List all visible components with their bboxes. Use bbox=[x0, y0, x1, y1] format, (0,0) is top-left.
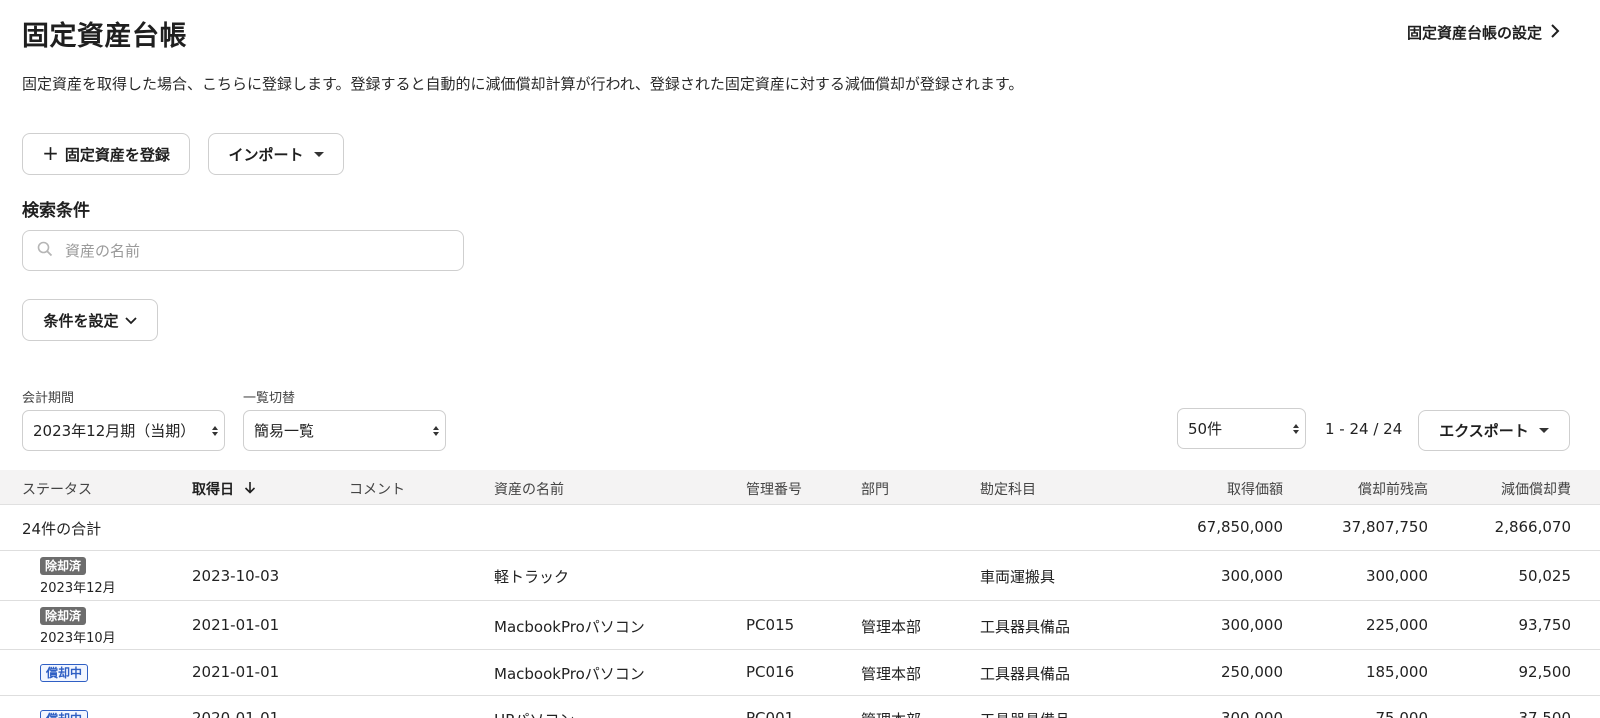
set-conditions-label: 条件を設定 bbox=[43, 311, 119, 330]
acquisition-price: 250,000 bbox=[1220, 663, 1283, 681]
status-date: 2023年12月 bbox=[40, 581, 116, 596]
status-badge: 除却済 bbox=[40, 607, 87, 625]
column-header-asset-name[interactable]: 資産の名前 bbox=[494, 479, 564, 499]
period-label: 会計期間 bbox=[22, 391, 75, 406]
acquired-date: 2021-01-01 bbox=[192, 616, 280, 634]
plus-icon: + bbox=[42, 141, 59, 165]
depreciation: 37,500 bbox=[1518, 709, 1572, 718]
depreciation: 92,500 bbox=[1518, 663, 1572, 681]
column-header-depreciation[interactable]: 減価償却費 bbox=[1501, 479, 1571, 499]
table-row[interactable]: 除却済 2023年12月 2023-10-03 軽トラック 車両運搬具 300,… bbox=[0, 551, 1600, 601]
table-header: ステータス 取得日 コメント 資産の名前 管理番号 部門 勘定科目 取得価額 償… bbox=[0, 470, 1600, 505]
account: 工具器具備品 bbox=[980, 709, 1070, 718]
asset-name[interactable]: MacbookProパソコン bbox=[494, 663, 645, 684]
view-switch-label: 一覧切替 bbox=[243, 391, 296, 406]
export-button[interactable]: エクスポート bbox=[1418, 410, 1570, 451]
department: 管理本部 bbox=[861, 709, 921, 718]
asset-code: PC015 bbox=[746, 616, 795, 634]
total-acquisition: 67,850,000 bbox=[1197, 518, 1283, 536]
per-page-select[interactable]: 50件 bbox=[1177, 408, 1306, 449]
settings-link-label: 固定資産台帳の設定 bbox=[1406, 24, 1542, 42]
total-label: 24件の合計 bbox=[22, 520, 102, 538]
period-select-value: 2023年12月期（当期） bbox=[33, 422, 196, 440]
table-row[interactable]: 除却済 2023年10月 2021-01-01 MacbookProパソコン P… bbox=[0, 601, 1600, 650]
table-row[interactable]: 償却中 2021-01-01 MacbookProパソコン PC016 管理本部… bbox=[0, 650, 1600, 696]
pagination-info: 1 - 24 / 24 bbox=[1325, 420, 1403, 438]
select-arrows-icon bbox=[433, 425, 439, 436]
chevron-down-icon bbox=[124, 311, 137, 329]
status-date: 2023年10月 bbox=[40, 631, 116, 646]
acquisition-price: 300,000 bbox=[1220, 709, 1283, 718]
asset-name[interactable]: HPパソコン bbox=[494, 709, 574, 718]
add-asset-label: 固定資産を登録 bbox=[64, 145, 170, 164]
import-label: インポート bbox=[228, 145, 304, 164]
table-total-row: 24件の合計 67,850,000 37,807,750 2,866,070 bbox=[0, 505, 1600, 551]
table-row[interactable]: 償却中 2020-01-01 HPパソコン PC001 管理本部 工具器具備品 … bbox=[0, 696, 1600, 718]
column-header-acquired-date-label: 取得日 bbox=[192, 482, 234, 498]
import-button[interactable]: インポート bbox=[208, 133, 344, 175]
settings-link[interactable]: 固定資産台帳の設定 bbox=[1407, 22, 1560, 43]
view-select[interactable]: 簡易一覧 bbox=[243, 410, 446, 451]
asset-name[interactable]: MacbookProパソコン bbox=[494, 616, 645, 637]
sort-descending-icon bbox=[244, 481, 256, 498]
depreciation: 50,025 bbox=[1518, 567, 1572, 585]
acquisition-price: 300,000 bbox=[1220, 567, 1283, 585]
column-header-code[interactable]: 管理番号 bbox=[746, 479, 802, 499]
column-header-status[interactable]: ステータス bbox=[22, 479, 92, 499]
balance: 185,000 bbox=[1365, 663, 1428, 681]
total-balance: 37,807,750 bbox=[1342, 518, 1428, 536]
column-header-department[interactable]: 部門 bbox=[861, 479, 889, 499]
add-asset-button[interactable]: + 固定資産を登録 bbox=[22, 133, 190, 175]
caret-down-icon bbox=[313, 151, 324, 157]
acquired-date: 2021-01-01 bbox=[192, 663, 280, 681]
acquired-date: 2023-10-03 bbox=[192, 567, 280, 585]
page-description: 固定資産を取得した場合、こちらに登録します。登録すると自動的に減価償却計算が行わ… bbox=[22, 75, 1024, 93]
export-label: エクスポート bbox=[1439, 422, 1529, 440]
account: 車両運搬具 bbox=[980, 568, 1056, 586]
department: 管理本部 bbox=[861, 618, 922, 636]
depreciation: 93,750 bbox=[1518, 616, 1572, 634]
account: 工具器具備品 bbox=[980, 618, 1071, 636]
balance: 300,000 bbox=[1365, 567, 1428, 585]
per-page-value: 50件 bbox=[1188, 420, 1223, 438]
select-arrows-icon bbox=[212, 425, 218, 436]
balance: 75,000 bbox=[1375, 709, 1429, 718]
acquisition-price: 300,000 bbox=[1220, 616, 1283, 634]
acquired-date: 2020-01-01 bbox=[192, 709, 280, 718]
column-header-comment[interactable]: コメント bbox=[349, 479, 405, 499]
account: 工具器具備品 bbox=[980, 665, 1071, 683]
period-select[interactable]: 2023年12月期（当期） bbox=[22, 410, 225, 451]
search-field[interactable] bbox=[22, 230, 464, 271]
status-badge: 償却中 bbox=[40, 710, 89, 718]
chevron-right-icon bbox=[1550, 23, 1560, 42]
balance: 225,000 bbox=[1365, 616, 1428, 634]
status-cell: 償却中 bbox=[40, 662, 89, 682]
department: 管理本部 bbox=[861, 665, 922, 683]
asset-name[interactable]: 軽トラック bbox=[494, 566, 569, 587]
total-depreciation: 2,866,070 bbox=[1494, 518, 1571, 536]
select-arrows-icon bbox=[1293, 423, 1299, 434]
status-badge: 除却済 bbox=[40, 557, 87, 575]
search-icon bbox=[37, 241, 53, 261]
status-cell: 除却済 2023年12月 bbox=[40, 555, 116, 596]
column-header-acquisition-price[interactable]: 取得価額 bbox=[1227, 479, 1283, 499]
asset-code: PC016 bbox=[746, 663, 795, 681]
search-section-label: 検索条件 bbox=[22, 201, 90, 221]
caret-down-icon bbox=[1538, 428, 1549, 433]
status-cell: 償却中 bbox=[40, 708, 89, 718]
status-badge: 償却中 bbox=[40, 664, 89, 682]
search-input[interactable] bbox=[65, 241, 445, 260]
column-header-acquired-date[interactable]: 取得日 bbox=[192, 479, 256, 499]
status-cell: 除却済 2023年10月 bbox=[40, 605, 116, 646]
set-conditions-button[interactable]: 条件を設定 bbox=[22, 299, 158, 341]
view-select-value: 簡易一覧 bbox=[254, 422, 315, 440]
page-title: 固定資産台帳 bbox=[22, 21, 187, 52]
column-header-balance[interactable]: 償却前残高 bbox=[1358, 479, 1428, 499]
asset-code: PC001 bbox=[746, 709, 795, 718]
column-header-account[interactable]: 勘定科目 bbox=[980, 479, 1036, 499]
